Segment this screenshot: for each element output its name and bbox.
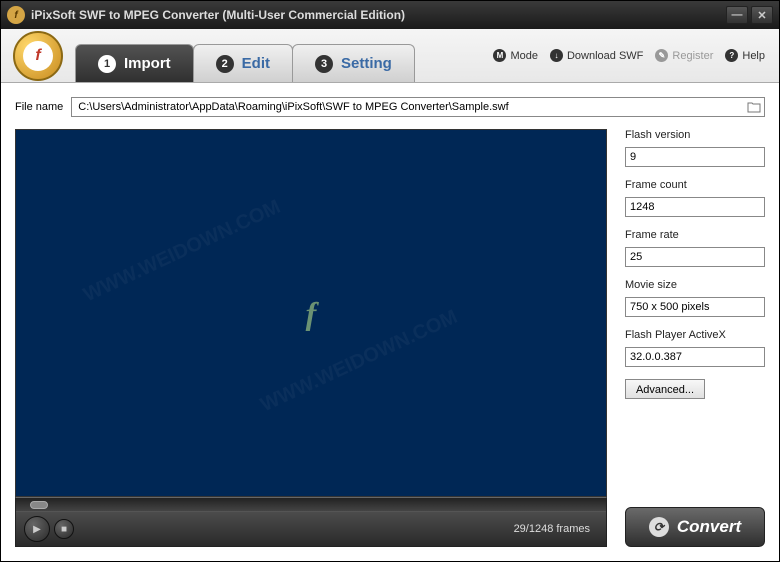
- mode-icon: M: [493, 49, 506, 62]
- file-row: File name: [15, 97, 765, 117]
- frame-counter: 29/1248 frames: [78, 523, 598, 535]
- advanced-button[interactable]: Advanced...: [625, 379, 705, 399]
- movie-size-field[interactable]: [625, 297, 765, 317]
- watermark: WWW.WEIDOWN.COM: [257, 305, 461, 416]
- stop-button[interactable]: ■: [54, 519, 74, 539]
- frame-rate-label: Frame rate: [625, 229, 765, 241]
- convert-icon: ⟳: [649, 517, 669, 537]
- tab-setting[interactable]: 3 Setting: [292, 44, 415, 82]
- frame-rate-field[interactable]: [625, 247, 765, 267]
- browse-button[interactable]: [746, 100, 762, 114]
- tab-label: Import: [124, 55, 171, 72]
- minimize-button[interactable]: —: [726, 6, 748, 24]
- filename-label: File name: [15, 101, 63, 113]
- flash-logo-icon: f: [23, 41, 53, 71]
- window-buttons: — ✕: [726, 6, 773, 24]
- register-link[interactable]: ✎ Register: [655, 49, 713, 62]
- header-toolbar: M Mode ↓ Download SWF ✎ Register ? Help: [414, 29, 779, 82]
- activex-field[interactable]: [625, 347, 765, 367]
- tab-number: 2: [216, 55, 234, 73]
- tab-edit[interactable]: 2 Edit: [193, 44, 293, 82]
- watermark: WWW.WEIDOWN.COM: [80, 196, 284, 307]
- mode-link[interactable]: M Mode: [493, 49, 538, 62]
- help-icon: ?: [725, 49, 738, 62]
- info-panel: Flash version Frame count Frame rate Mov…: [625, 129, 765, 547]
- download-icon: ↓: [550, 49, 563, 62]
- tab-label: Setting: [341, 55, 392, 72]
- step-tabs: 1 Import 2 Edit 3 Setting: [75, 29, 414, 82]
- app-logo: f: [13, 31, 63, 81]
- activex-label: Flash Player ActiveX: [625, 329, 765, 341]
- tab-number: 1: [98, 55, 116, 73]
- download-label: Download SWF: [567, 50, 643, 62]
- tab-number: 3: [315, 55, 333, 73]
- scrubber[interactable]: [16, 498, 606, 512]
- window-title: iPixSoft SWF to MPEG Converter (Multi-Us…: [31, 8, 726, 22]
- filename-input-wrapper: [71, 97, 765, 117]
- help-link[interactable]: ? Help: [725, 49, 765, 62]
- convert-button[interactable]: ⟳ Convert: [625, 507, 765, 547]
- player-controls: ▶ ■ 29/1248 frames: [15, 497, 607, 547]
- tab-import[interactable]: 1 Import: [75, 44, 194, 82]
- help-label: Help: [742, 50, 765, 62]
- folder-icon: [747, 101, 761, 113]
- key-icon: ✎: [655, 49, 668, 62]
- filename-input[interactable]: [78, 98, 758, 116]
- main-row: WWW.WEIDOWN.COM WWW.WEIDOWN.COM f ▶ ■ 29…: [15, 129, 765, 547]
- swf-preview: WWW.WEIDOWN.COM WWW.WEIDOWN.COM f: [15, 129, 607, 497]
- content-area: File name WWW.WEIDOWN.COM WWW.WEIDOWN.CO…: [1, 83, 779, 561]
- scrubber-handle[interactable]: [30, 501, 48, 509]
- register-label: Register: [672, 50, 713, 62]
- movie-size-label: Movie size: [625, 279, 765, 291]
- tab-label: Edit: [242, 55, 270, 72]
- flash-placeholder-icon: f: [306, 295, 317, 332]
- convert-label: Convert: [677, 517, 741, 537]
- titlebar: f iPixSoft SWF to MPEG Converter (Multi-…: [1, 1, 779, 29]
- download-swf-link[interactable]: ↓ Download SWF: [550, 49, 643, 62]
- preview-area: WWW.WEIDOWN.COM WWW.WEIDOWN.COM f ▶ ■ 29…: [15, 129, 607, 547]
- flash-version-label: Flash version: [625, 129, 765, 141]
- play-button[interactable]: ▶: [24, 516, 50, 542]
- close-button[interactable]: ✕: [751, 6, 773, 24]
- control-row: ▶ ■ 29/1248 frames: [16, 512, 606, 546]
- flash-version-field[interactable]: [625, 147, 765, 167]
- frame-count-field[interactable]: [625, 197, 765, 217]
- app-window: f iPixSoft SWF to MPEG Converter (Multi-…: [0, 0, 780, 562]
- frame-count-label: Frame count: [625, 179, 765, 191]
- mode-label: Mode: [510, 50, 538, 62]
- header: f 1 Import 2 Edit 3 Setting M Mode ↓: [1, 29, 779, 83]
- app-icon: f: [7, 6, 25, 24]
